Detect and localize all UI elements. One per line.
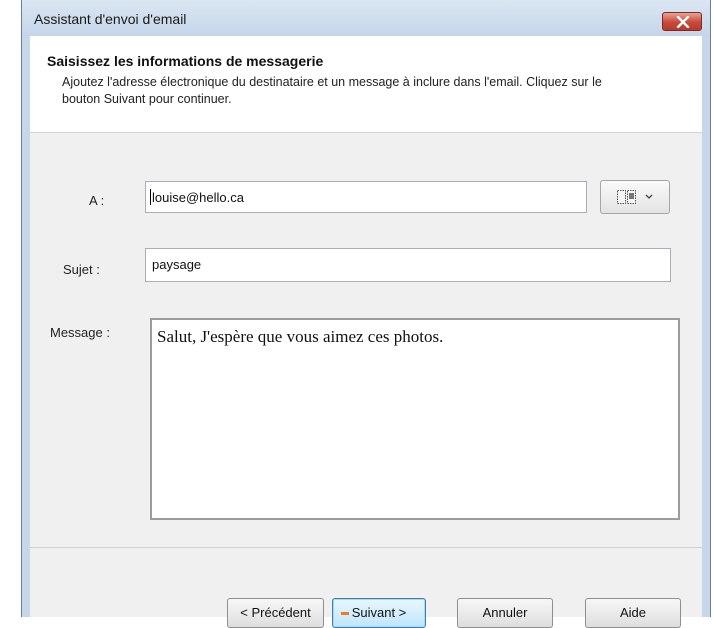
address-book-button[interactable] [600, 180, 670, 214]
chevron-down-icon [645, 194, 653, 199]
window-title: Assistant d'envoi d'email [34, 11, 187, 27]
header-panel: Saisissez les informations de messagerie… [30, 36, 702, 133]
close-icon [676, 16, 690, 28]
message-label: Message : [50, 325, 110, 340]
footer-divider [30, 547, 702, 548]
subject-label: Sujet : [63, 262, 100, 277]
dialog-content: Saisissez les informations de messagerie… [30, 36, 702, 628]
address-book-icon [617, 190, 636, 204]
title-bar[interactable]: Assistant d'envoi d'email [22, 0, 710, 36]
header-description: Ajoutez l'adresse électronique du destin… [62, 75, 602, 106]
to-input-value: louise@hello.ca [152, 190, 244, 205]
cancel-button[interactable]: Annuler [457, 598, 553, 628]
close-button[interactable] [662, 12, 702, 31]
subject-input-value: paysage [152, 257, 202, 272]
message-textarea-value: Salut, J'espère que vous aimez ces photo… [157, 327, 444, 346]
focus-marker [341, 612, 349, 615]
to-input[interactable]: louise@hello.ca [145, 181, 587, 213]
previous-button[interactable]: < Précédent [227, 598, 324, 628]
to-label: A : [89, 193, 105, 208]
help-button[interactable]: Aide [585, 598, 681, 628]
text-caret [150, 189, 151, 205]
subject-input[interactable]: paysage [145, 248, 671, 282]
wizard-window: Assistant d'envoi d'email Saisissez les … [21, 0, 711, 628]
message-textarea[interactable]: Salut, J'espère que vous aimez ces photo… [150, 318, 680, 520]
header-title: Saisissez les informations de messagerie [47, 53, 324, 69]
